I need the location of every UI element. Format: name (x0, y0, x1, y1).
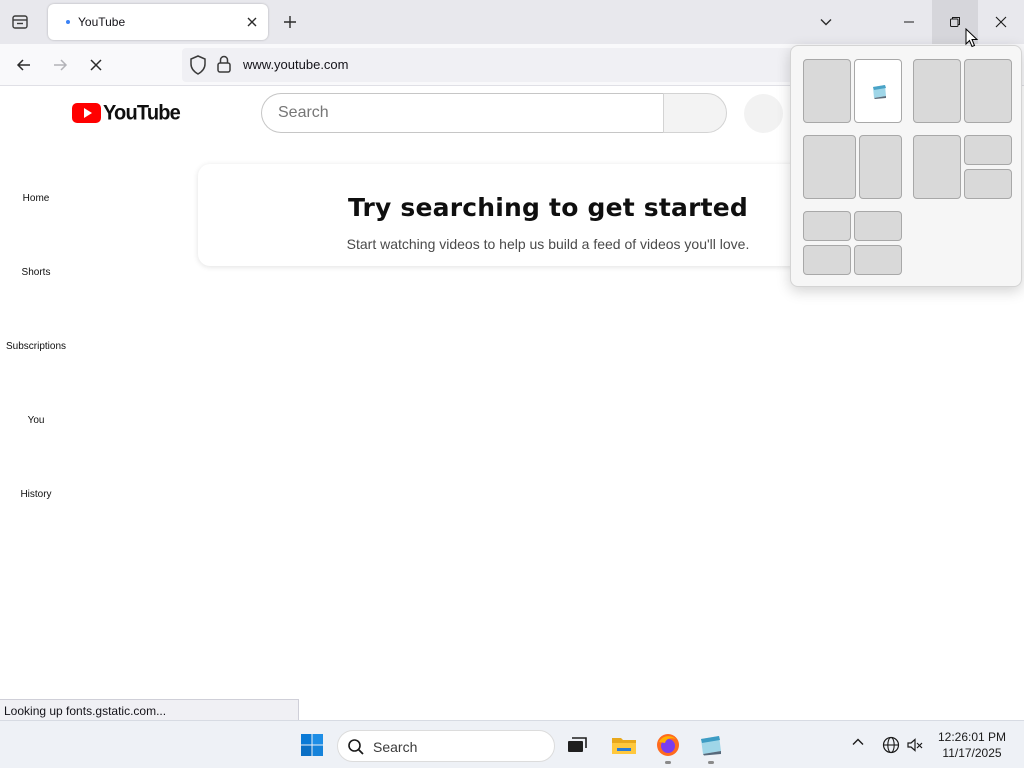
task-view-button[interactable] (563, 731, 591, 759)
firefox-icon (657, 734, 679, 756)
sidebar-item-you[interactable]: You (0, 415, 72, 426)
forward-button[interactable] (46, 51, 74, 79)
back-button[interactable] (10, 51, 38, 79)
close-icon (247, 17, 257, 27)
snap-zone-layout4-top-right[interactable] (964, 135, 1012, 165)
stop-loading-button[interactable] (82, 51, 110, 79)
tab-title: YouTube (78, 15, 126, 29)
snap-zone-layout3-left[interactable] (803, 135, 856, 199)
snap-zone-layout1-right[interactable] (854, 59, 902, 123)
snap-zone-layout4-left[interactable] (913, 135, 961, 199)
task-view-icon (568, 737, 587, 752)
notepad-running-indicator (708, 761, 714, 764)
sidebar-item-home[interactable]: Home (0, 193, 72, 204)
globe-network-icon[interactable] (882, 736, 900, 754)
system-clock[interactable]: 12:26:01 PM 11/17/2025 (930, 729, 1014, 761)
snap-zone-layout5-top-right[interactable] (854, 211, 902, 241)
snap-zone-layout2-left[interactable] (913, 59, 961, 123)
snap-zone-layout3-right[interactable] (859, 135, 902, 199)
browser-tab-strip: YouTube (0, 0, 1024, 44)
tab-loading-indicator (66, 20, 70, 24)
shield-icon[interactable] (188, 54, 208, 76)
sidebar-item-shorts[interactable]: Shorts (0, 267, 72, 278)
sidebar-item-subscriptions[interactable]: Subscriptions (0, 341, 72, 352)
tab-close-button[interactable] (242, 12, 262, 32)
tab-list-button[interactable] (4, 6, 36, 38)
snap-zone-layout5-top-left[interactable] (803, 211, 851, 241)
tab-list-icon (12, 15, 28, 29)
stop-icon (90, 59, 102, 71)
plus-icon (284, 16, 296, 28)
mouse-cursor-icon (965, 28, 979, 48)
minimize-icon (904, 21, 914, 23)
windows-taskbar: Search 12:26:01 PM 11/17/2025 (0, 720, 1024, 768)
search-button[interactable] (663, 93, 727, 133)
arrow-left-icon (16, 59, 30, 71)
chevron-up-icon[interactable] (851, 735, 865, 749)
youtube-logo-text: YouTube (103, 100, 181, 125)
taskbar-search-label: Search (373, 739, 418, 755)
clock-time: 12:26:01 PM (937, 730, 1007, 744)
chevron-down-icon (820, 19, 832, 26)
youtube-logo[interactable]: YouTube (72, 100, 181, 125)
taskbar-search-box[interactable]: Search (337, 730, 555, 762)
address-bar[interactable]: www.youtube.com (182, 48, 822, 82)
url-text: www.youtube.com (243, 57, 349, 72)
minimize-button[interactable] (886, 0, 932, 44)
snap-zone-layout4-bottom-right[interactable] (964, 169, 1012, 199)
notepad-app-icon (873, 85, 886, 99)
snap-zone-layout5-bottom-right[interactable] (854, 245, 902, 275)
sidebar-item-history[interactable]: History (0, 489, 72, 500)
snap-zone-layout1-left[interactable] (803, 59, 851, 123)
window-close-button[interactable] (978, 0, 1024, 44)
file-explorer-button[interactable] (610, 731, 638, 759)
close-icon (995, 16, 1007, 28)
browser-status-bar: Looking up fonts.gstatic.com... (0, 699, 299, 720)
snap-zone-layout5-bottom-left[interactable] (803, 245, 851, 275)
search-icon (348, 739, 364, 755)
speaker-muted-icon[interactable] (906, 736, 924, 754)
lock-icon[interactable] (216, 54, 232, 74)
firefox-button[interactable] (654, 731, 682, 759)
new-tab-button[interactable] (276, 8, 304, 36)
notepad-taskbar-button[interactable] (697, 731, 725, 759)
folder-icon (612, 738, 636, 754)
windows-start-icon[interactable] (300, 733, 324, 757)
voice-search-button[interactable] (744, 94, 783, 133)
snap-layouts-flyout (790, 45, 1022, 287)
snap-zone-layout2-right[interactable] (964, 59, 1012, 123)
firefox-running-indicator (665, 761, 671, 764)
clock-date: 11/17/2025 (942, 746, 1002, 760)
browser-tab-youtube[interactable]: YouTube (48, 4, 268, 40)
youtube-search-bar (261, 93, 727, 133)
restore-icon (950, 17, 960, 27)
search-input[interactable] (261, 93, 664, 133)
notepad-app-icon (701, 736, 721, 756)
arrow-right-icon (54, 59, 68, 71)
youtube-play-icon (72, 103, 101, 123)
list-all-tabs-button[interactable] (812, 8, 840, 36)
